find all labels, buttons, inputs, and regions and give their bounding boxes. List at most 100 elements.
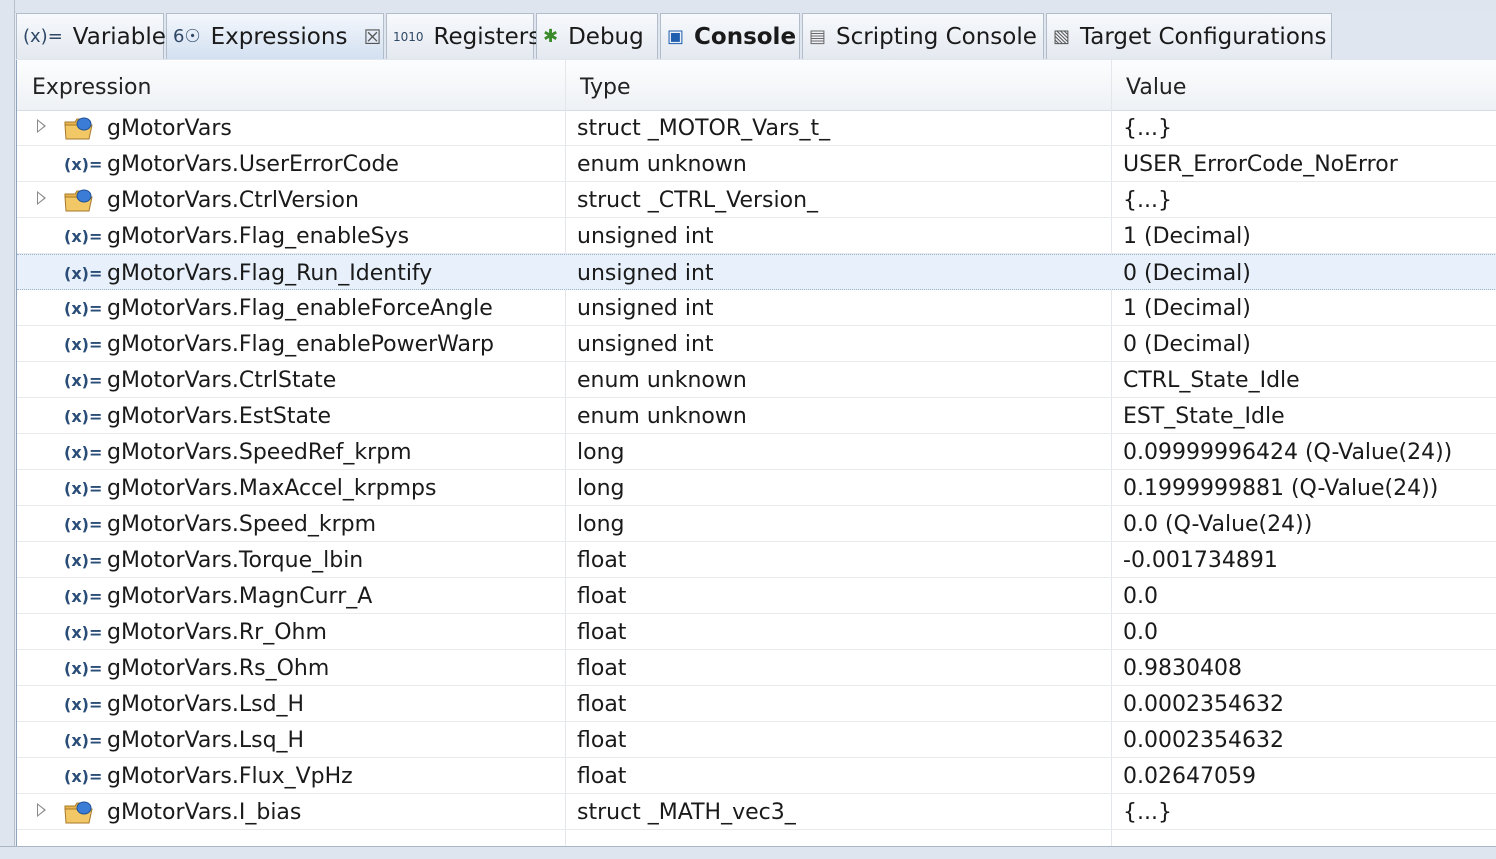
- table-row[interactable]: (x)= gMotorVars.Flag_enablePowerWarp unsig…: [17, 326, 1496, 362]
- table-row[interactable]: gMotorVars struct _MOTOR_Vars_t_ {...}: [17, 110, 1496, 146]
- tab-label: Target Configurations: [1080, 23, 1327, 50]
- tab-label: Scripting Console: [836, 23, 1037, 50]
- expression-cell[interactable]: gMotorVars: [17, 110, 565, 145]
- tab-debug[interactable]: ✱ Debug: [536, 13, 658, 59]
- expression-cell[interactable]: (x)= gMotorVars.Speed_krpm: [17, 506, 565, 541]
- expression-cell[interactable]: (x)= gMotorVars.CtrlState: [17, 362, 565, 397]
- table-row[interactable]: (x)= gMotorVars.Torque_lbin float -0.001734…: [17, 542, 1496, 578]
- table-row[interactable]: (x)= gMotorVars.Rs_Ohm float 0.9830408: [17, 650, 1496, 686]
- expression-name: gMotorVars.Flag_enablePowerWarp: [107, 332, 494, 357]
- variable-icon: (x)=: [64, 335, 103, 354]
- table-row[interactable]: (x)= gMotorVars.Speed_krpm long 0.0 (Q-Valu…: [17, 506, 1496, 542]
- variable-icon: (x)=: [64, 659, 103, 678]
- table-row[interactable]: (x)= gMotorVars.Flux_VpHz float 0.02647059: [17, 758, 1496, 794]
- expression-cell[interactable]: (x)= gMotorVars.Flag_enablePowerWarp: [17, 326, 565, 361]
- table-row[interactable]: (x)= gMotorVars.MagnCurr_A float 0.0: [17, 578, 1496, 614]
- struct-folder-icon: [64, 801, 93, 824]
- expression-cell[interactable]: (x)= gMotorVars.MaxAccel_krpmps: [17, 470, 565, 505]
- value-cell[interactable]: 0.9830408: [1123, 650, 1496, 685]
- type-cell: unsigned int: [577, 332, 714, 357]
- table-row[interactable]: (x)= gMotorVars.Flag_enableSys unsigned in…: [17, 218, 1496, 254]
- expression-cell[interactable]: (x)= gMotorVars.EstState: [17, 398, 565, 433]
- value-cell[interactable]: 0 (Decimal): [1123, 326, 1496, 361]
- tab-target-configurations[interactable]: ▧ Target Configurations: [1046, 13, 1332, 59]
- table-row[interactable]: (x)= gMotorVars.EstState enum unknown EST_S…: [17, 398, 1496, 434]
- table-row[interactable]: (x)= gMotorVars.Flag_Run_Identify unsigned…: [17, 254, 1496, 290]
- value-cell[interactable]: {...}: [1123, 110, 1496, 145]
- table-row[interactable]: (x)= gMotorVars.Lsq_H float 0.0002354632: [17, 722, 1496, 758]
- value-cell[interactable]: {...}: [1123, 794, 1496, 829]
- table-row[interactable]: gMotorVars.I_bias struct _MATH_vec3_ {...}: [17, 794, 1496, 830]
- table-row[interactable]: (x)= gMotorVars.SpeedRef_krpm long 0.099999…: [17, 434, 1496, 470]
- tab-registers[interactable]: 1010 Registers: [386, 13, 540, 59]
- value-cell[interactable]: 1 (Decimal): [1123, 218, 1496, 253]
- expression-cell[interactable]: (x)= gMotorVars.Rs_Ohm: [17, 650, 565, 685]
- value-cell[interactable]: 0.0 (Q-Value(24)): [1123, 506, 1496, 541]
- tab-label: Console: [694, 23, 797, 50]
- type-cell: unsigned int: [577, 224, 714, 249]
- table-row[interactable]: (x)= gMotorVars.Lsd_H float 0.0002354632: [17, 686, 1496, 722]
- table-header: Expression Type Value: [17, 60, 1496, 111]
- expand-triangle-icon[interactable]: [37, 803, 46, 817]
- value-cell[interactable]: 0.0: [1123, 614, 1496, 649]
- tab-expressions[interactable]: 6☉ Expressions ☒: [166, 13, 384, 59]
- value-cell[interactable]: 0.0002354632: [1123, 686, 1496, 721]
- value-cell[interactable]: 0.0002354632: [1123, 722, 1496, 757]
- table-row[interactable]: (x)= gMotorVars.CtrlState enum unknown CTRL…: [17, 362, 1496, 398]
- expression-cell[interactable]: (x)= gMotorVars.SpeedRef_krpm: [17, 434, 565, 469]
- table-row[interactable]: gMotorVars.CtrlVersion struct _CTRL_Versi…: [17, 182, 1496, 218]
- value-cell[interactable]: {...}: [1123, 182, 1496, 217]
- value-cell[interactable]: 0.09999996424 (Q-Value(24)): [1123, 434, 1496, 469]
- column-header-value[interactable]: Value: [1111, 60, 1496, 110]
- tab-label: Expressions: [210, 23, 348, 50]
- expand-triangle-icon[interactable]: [37, 119, 46, 133]
- expression-cell[interactable]: (x)= gMotorVars.Flag_enableForceAngle: [17, 290, 565, 325]
- expression-cell[interactable]: gMotorVars.CtrlVersion: [17, 182, 565, 217]
- variable-icon: (x)=: [64, 227, 103, 246]
- tab-variables[interactable]: (x)= Variables: [16, 13, 178, 59]
- table-row[interactable]: (x)= gMotorVars.Flag_enableForceAngle unsi…: [17, 290, 1496, 326]
- type-cell: float: [577, 548, 627, 573]
- expression-name: gMotorVars.CtrlState: [107, 368, 337, 393]
- tab-scripting-console[interactable]: ▤ Scripting Console: [802, 13, 1044, 59]
- expression-name: gMotorVars.Lsd_H: [107, 692, 305, 717]
- table-row[interactable]: (x)= gMotorVars.UserErrorCode enum unknown…: [17, 146, 1496, 182]
- left-sash[interactable]: [0, 0, 15, 858]
- expression-cell[interactable]: (x)= gMotorVars.Torque_lbin: [17, 542, 565, 577]
- expression-cell[interactable]: (x)= gMotorVars.Lsd_H: [17, 686, 565, 721]
- value-cell[interactable]: 1 (Decimal): [1123, 290, 1496, 325]
- value-cell[interactable]: EST_State_Idle: [1123, 398, 1496, 433]
- close-icon[interactable]: ☒: [363, 25, 381, 49]
- value-cell[interactable]: -0.001734891: [1123, 542, 1496, 577]
- expression-cell[interactable]: (x)= gMotorVars.Flag_Run_Identify: [17, 255, 565, 290]
- value-cell[interactable]: CTRL_State_Idle: [1123, 362, 1496, 397]
- variable-icon: (x)=: [64, 695, 103, 714]
- type-cell: unsigned int: [577, 296, 714, 321]
- expression-name: gMotorVars.Rs_Ohm: [107, 656, 330, 681]
- value-cell[interactable]: 0.1999999881 (Q-Value(24)): [1123, 470, 1496, 505]
- value-cell[interactable]: 0.02647059: [1123, 758, 1496, 793]
- value-cell[interactable]: USER_ErrorCode_NoError: [1123, 146, 1496, 181]
- expression-cell[interactable]: (x)= gMotorVars.Flux_VpHz: [17, 758, 565, 793]
- table-row[interactable]: (x)= gMotorVars.MaxAccel_krpmps long 0.1999…: [17, 470, 1496, 506]
- tab-label: Registers: [433, 23, 541, 50]
- variable-icon: (x)=: [64, 515, 103, 534]
- table-row[interactable]: (x)= gMotorVars.Rr_Ohm float 0.0: [17, 614, 1496, 650]
- value-cell[interactable]: 0 (Decimal): [1123, 255, 1496, 290]
- value-cell[interactable]: 0.0: [1123, 578, 1496, 613]
- expression-cell[interactable]: (x)= gMotorVars.Rr_Ohm: [17, 614, 565, 649]
- type-cell: enum unknown: [577, 404, 747, 429]
- tab-console[interactable]: ▣ Console: [660, 13, 800, 59]
- variable-icon: (x)=: [64, 731, 103, 750]
- type-cell: enum unknown: [577, 152, 747, 177]
- expression-cell[interactable]: (x)= gMotorVars.Flag_enableSys: [17, 218, 565, 253]
- type-cell: struct _MOTOR_Vars_t_: [577, 116, 831, 141]
- column-header-expression[interactable]: Expression: [17, 60, 565, 110]
- expression-cell[interactable]: (x)= gMotorVars.MagnCurr_A: [17, 578, 565, 613]
- expression-cell[interactable]: (x)= gMotorVars.Lsq_H: [17, 722, 565, 757]
- expand-triangle-icon[interactable]: [37, 191, 46, 205]
- expression-cell[interactable]: (x)= gMotorVars.UserErrorCode: [17, 146, 565, 181]
- type-cell: float: [577, 692, 627, 717]
- column-header-type[interactable]: Type: [565, 60, 1111, 110]
- expression-cell[interactable]: gMotorVars.I_bias: [17, 794, 565, 829]
